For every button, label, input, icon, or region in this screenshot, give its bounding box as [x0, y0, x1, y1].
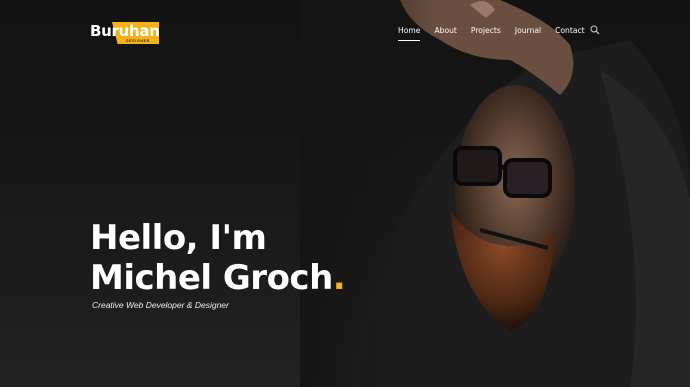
site-header: Buruhan DESIGNER Home About Projects Jou… [0, 0, 690, 60]
hero-subtitle: Creative Web Developer & Designer [92, 300, 229, 310]
nav-projects[interactable]: Projects [471, 26, 501, 41]
hero-headline: Hello, I'm Michel Groch. [90, 218, 346, 298]
nav-journal[interactable]: Journal [515, 26, 541, 41]
nav-home[interactable]: Home [398, 26, 421, 41]
hero-section: Buruhan DESIGNER Home About Projects Jou… [0, 0, 690, 387]
headline-name-line: Michel Groch. [90, 258, 346, 298]
nav-about[interactable]: About [434, 26, 456, 41]
nav-contact[interactable]: Contact [555, 26, 585, 41]
headline-greeting: Hello, I'm [90, 218, 267, 258]
logo-text: Buruhan [90, 22, 160, 40]
main-nav: Home About Projects Journal Contact [398, 26, 599, 41]
logo-tagline: DESIGNER [126, 39, 150, 43]
search-icon[interactable] [590, 25, 600, 35]
headline-accent-dot: . [332, 258, 346, 298]
headline-name: Michel Groch [90, 258, 333, 298]
brand-logo[interactable]: Buruhan DESIGNER [90, 21, 170, 45]
